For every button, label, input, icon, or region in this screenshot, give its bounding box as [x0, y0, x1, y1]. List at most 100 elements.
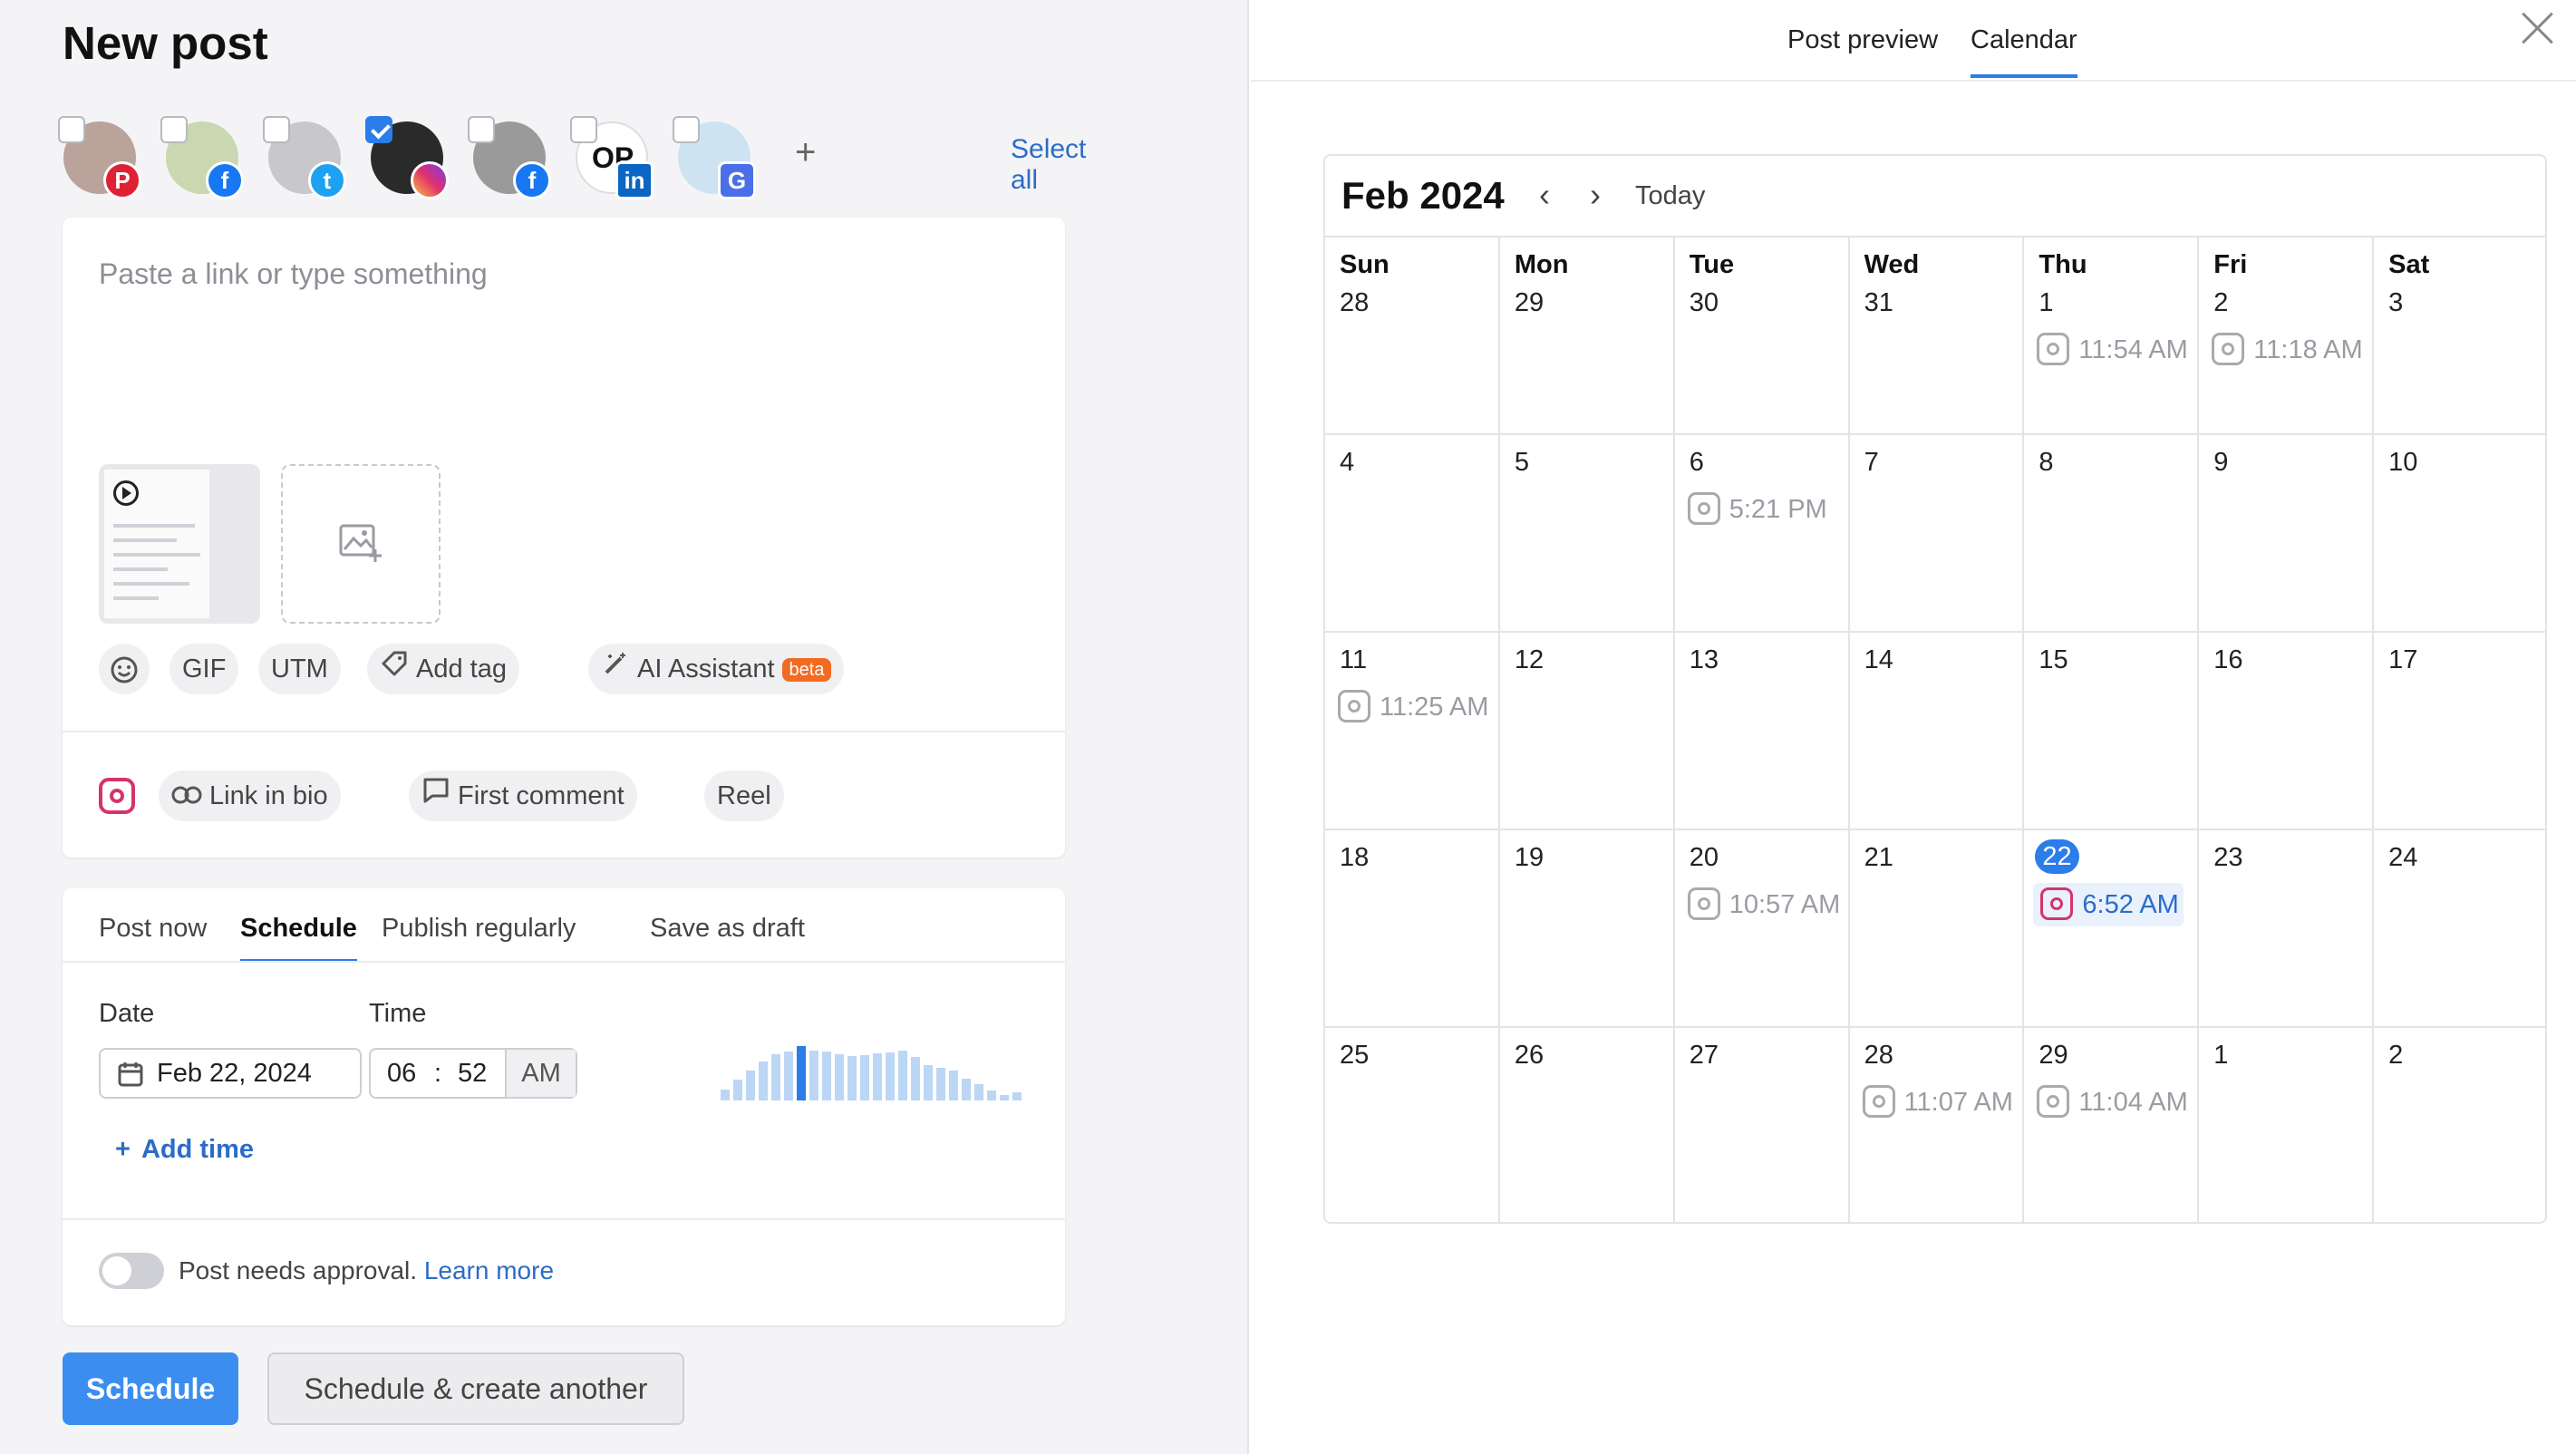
post-text-input[interactable]: Paste a link or type something	[99, 257, 488, 291]
hour-field[interactable]: 06	[387, 1050, 416, 1097]
tab-post-now[interactable]: Post now	[99, 905, 207, 952]
calendar-day[interactable]: 12	[1499, 633, 1675, 830]
tab-post-preview[interactable]: Post preview	[1787, 25, 1938, 55]
calendar-day[interactable]: 13	[1674, 633, 1850, 830]
learn-more-link[interactable]: Learn more	[424, 1256, 554, 1284]
gif-button[interactable]: GIF	[169, 644, 239, 694]
account-checkbox[interactable]	[58, 116, 85, 143]
calendar-day[interactable]: 16	[2199, 633, 2375, 830]
account-instagram[interactable]	[363, 114, 449, 199]
activity-bar[interactable]	[733, 1080, 742, 1100]
account-checkbox[interactable]	[673, 116, 700, 143]
calendar-day[interactable]: 5	[1499, 435, 1675, 633]
calendar-day[interactable]: 17	[2374, 633, 2545, 830]
calendar-day[interactable]: 27	[1675, 1028, 1850, 1222]
utm-button[interactable]: UTM	[258, 644, 341, 694]
add-account-button[interactable]: +	[795, 132, 816, 173]
activity-bar[interactable]	[949, 1071, 958, 1100]
activity-bar[interactable]	[847, 1056, 857, 1100]
first-comment-button[interactable]: First comment	[409, 771, 637, 821]
calendar-day[interactable]: 25	[1325, 1028, 1500, 1222]
calendar-day[interactable]: 22 6:52 AM	[2024, 830, 2200, 1028]
activity-bar[interactable]	[974, 1084, 983, 1100]
calendar-day[interactable]: 2	[2374, 1028, 2545, 1222]
activity-bar[interactable]	[771, 1054, 780, 1100]
account-checkbox[interactable]	[365, 116, 392, 143]
chevron-left-icon[interactable]: ‹	[1539, 176, 1550, 214]
activity-bar[interactable]	[759, 1061, 768, 1100]
account-checkbox[interactable]	[570, 116, 597, 143]
schedule-create-another-button[interactable]: Schedule & create another	[267, 1352, 684, 1425]
scheduled-post[interactable]: 11:18 AM	[2212, 328, 2362, 372]
activity-bar[interactable]	[924, 1065, 933, 1100]
account-checkbox[interactable]	[468, 116, 495, 143]
account-twitter[interactable]: t	[261, 114, 346, 199]
account-checkbox[interactable]	[160, 116, 188, 143]
calendar-day[interactable]: 7	[1849, 435, 2025, 633]
scheduled-post[interactable]: 10:57 AM	[1687, 883, 1838, 926]
calendar-day[interactable]: 15	[2024, 633, 2200, 830]
scheduled-post[interactable]: 11:04 AM	[2037, 1081, 2187, 1124]
activity-bar[interactable]	[809, 1051, 818, 1100]
calendar-day[interactable]: 10	[2374, 435, 2545, 633]
activity-bar[interactable]	[962, 1079, 971, 1100]
calendar-day[interactable]: 26	[1500, 1028, 1675, 1222]
activity-bar[interactable]	[784, 1052, 793, 1100]
account-pinterest[interactable]: P	[56, 114, 141, 199]
activity-bar[interactable]	[936, 1068, 945, 1100]
calendar-day[interactable]: Mon 29	[1499, 237, 1675, 435]
close-icon[interactable]	[2516, 7, 2558, 49]
add-time-button[interactable]: + Add time	[115, 1135, 254, 1165]
account-facebook[interactable]: f	[466, 114, 551, 199]
activity-bar[interactable]	[797, 1046, 806, 1100]
calendar-day[interactable]: 19	[1499, 830, 1675, 1028]
chevron-right-icon[interactable]: ›	[1590, 176, 1601, 214]
scheduled-post[interactable]: 11:07 AM	[1862, 1081, 2013, 1124]
tab-publish-regularly[interactable]: Publish regularly	[382, 905, 576, 952]
activity-bar[interactable]	[886, 1052, 895, 1100]
add-tag-button[interactable]: Add tag	[367, 644, 519, 694]
calendar-day[interactable]: Tue 30	[1674, 237, 1850, 435]
link-in-bio-button[interactable]: Link in bio	[159, 771, 341, 821]
activity-bar[interactable]	[835, 1054, 844, 1100]
activity-bar[interactable]	[873, 1053, 882, 1100]
calendar-day[interactable]: 11 11:25 AM	[1325, 633, 1500, 830]
activity-bar[interactable]	[721, 1090, 730, 1100]
emoji-button[interactable]	[99, 644, 150, 694]
activity-bar[interactable]	[987, 1090, 996, 1100]
select-all-link[interactable]: Select all	[1011, 134, 1086, 196]
account-google-business[interactable]: G	[671, 114, 756, 199]
activity-bar[interactable]	[746, 1071, 755, 1100]
tab-save-as-draft[interactable]: Save as draft	[650, 905, 805, 952]
scheduled-post[interactable]: 11:25 AM	[1338, 685, 1488, 729]
scheduled-post[interactable]: 6:52 AM	[2033, 883, 2184, 926]
calendar-day[interactable]: 28 11:07 AM	[1850, 1028, 2025, 1222]
reel-button[interactable]: Reel	[704, 771, 784, 821]
activity-bar[interactable]	[1000, 1095, 1009, 1100]
calendar-day[interactable]: 21	[1849, 830, 2025, 1028]
calendar-day[interactable]: 9	[2199, 435, 2375, 633]
ai-assistant-button[interactable]: AI Assistant beta	[588, 644, 845, 694]
schedule-button[interactable]: Schedule	[63, 1352, 238, 1425]
minute-field[interactable]: 52	[458, 1050, 487, 1097]
date-picker-input[interactable]: Feb 22, 2024	[99, 1048, 362, 1099]
activity-bar[interactable]	[860, 1055, 869, 1100]
calendar-day[interactable]: Thu 1 11:54 AM	[2024, 237, 2200, 435]
calendar-day[interactable]: 14	[1849, 633, 2025, 830]
calendar-day[interactable]: Sun 28	[1325, 237, 1500, 435]
calendar-day[interactable]: 20 10:57 AM	[1674, 830, 1850, 1028]
add-media-button[interactable]	[281, 464, 441, 624]
activity-bar[interactable]	[822, 1052, 831, 1100]
calendar-day[interactable]: 18	[1325, 830, 1500, 1028]
activity-bar[interactable]	[898, 1051, 907, 1100]
calendar-day[interactable]: Fri 2 11:18 AM	[2199, 237, 2375, 435]
account-checkbox[interactable]	[263, 116, 290, 143]
tab-calendar[interactable]: Calendar	[1971, 25, 2077, 78]
calendar-day[interactable]: 4	[1325, 435, 1500, 633]
scheduled-post[interactable]: 11:54 AM	[2037, 328, 2187, 372]
ampm-toggle[interactable]: AM	[505, 1050, 576, 1097]
calendar-day[interactable]: 6 5:21 PM	[1674, 435, 1850, 633]
calendar-day[interactable]: 29 11:04 AM	[2024, 1028, 2200, 1222]
account-facebook[interactable]: f	[159, 114, 244, 199]
calendar-day[interactable]: Wed 31	[1849, 237, 2025, 435]
